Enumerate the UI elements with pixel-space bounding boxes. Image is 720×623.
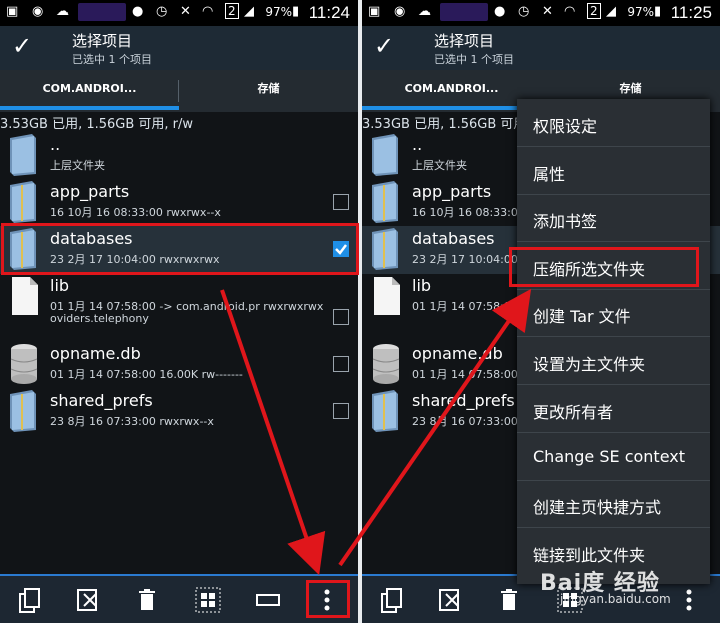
- watermark-url: jingyan.baidu.com: [560, 592, 671, 606]
- annotation-arrows: [220, 288, 532, 576]
- arrow-to-compress: [338, 288, 532, 567]
- arrow-to-overflow: [220, 289, 326, 576]
